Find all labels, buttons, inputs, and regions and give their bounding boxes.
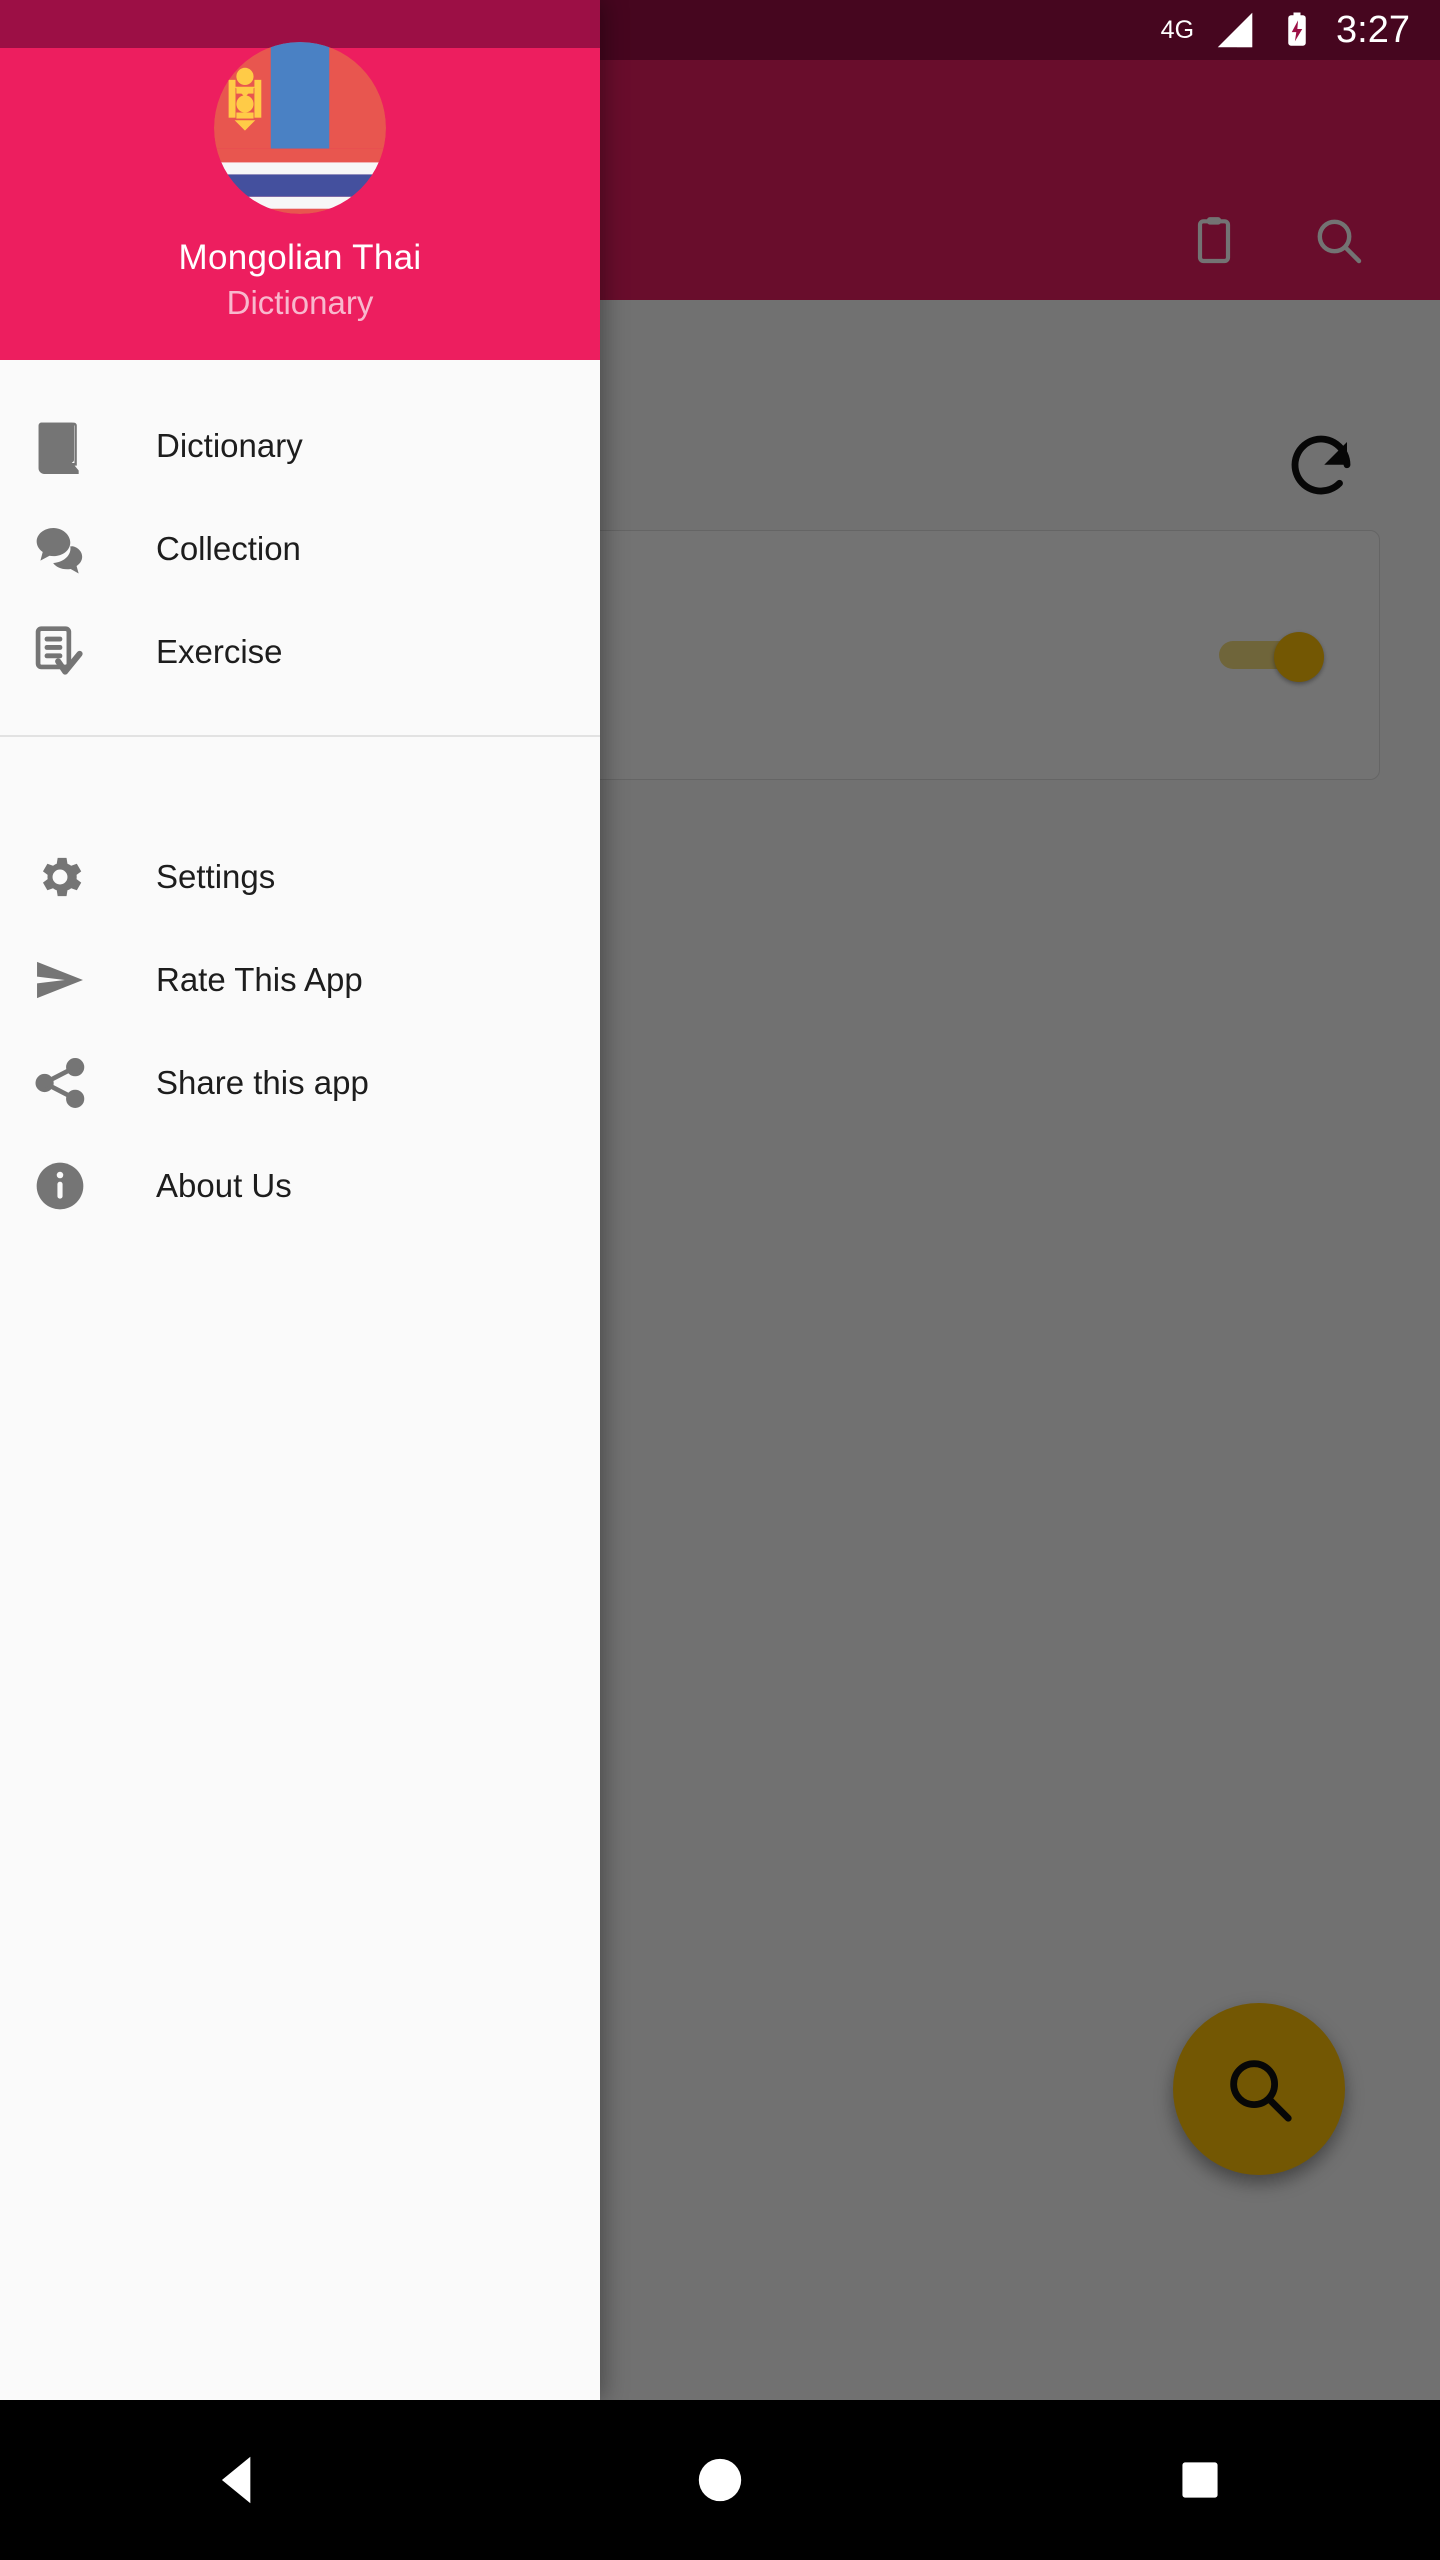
phone-screen: 4G 3:27 Mongolian Thai Dictionary Dictio… xyxy=(0,0,1440,2560)
sidebar-item-label: Collection xyxy=(156,529,301,567)
drawer-title: Mongolian Thai xyxy=(178,238,422,277)
recents-square-icon[interactable] xyxy=(1140,2420,1260,2540)
sidebar-item-dictionary[interactable]: Dictionary xyxy=(0,394,600,497)
sidebar-item-label: Settings xyxy=(156,857,276,895)
drawer-header: Mongolian Thai Dictionary xyxy=(0,42,600,360)
gear-icon xyxy=(30,847,90,907)
navigation-drawer: Mongolian Thai Dictionary Dictionary Col… xyxy=(0,0,600,2400)
chat-bubbles-icon xyxy=(30,519,90,579)
signal-bars-icon xyxy=(1212,7,1258,53)
home-circle-icon[interactable] xyxy=(660,2420,780,2540)
drawer-menu-secondary: Settings Rate This App Share this app Ab… xyxy=(0,737,600,1237)
sidebar-item-label: Share this app xyxy=(156,1063,369,1101)
battery-charging-icon xyxy=(1276,9,1318,51)
drawer-subtitle: Dictionary xyxy=(226,284,374,321)
sidebar-item-label: Dictionary xyxy=(156,426,303,464)
sidebar-item-settings[interactable]: Settings xyxy=(0,825,600,928)
android-navigation-bar xyxy=(0,2400,1440,2560)
sidebar-item-exercise[interactable]: Exercise xyxy=(0,600,600,703)
clock-time: 3:27 xyxy=(1336,8,1410,51)
back-triangle-icon[interactable] xyxy=(180,2420,300,2540)
send-arrow-icon xyxy=(30,950,90,1010)
sidebar-item-share-this-app[interactable]: Share this app xyxy=(0,1031,600,1134)
drawer-status-bar-background xyxy=(0,0,600,48)
sidebar-item-label: Exercise xyxy=(156,632,283,670)
sidebar-item-rate-this-app[interactable]: Rate This App xyxy=(0,928,600,1031)
sidebar-item-label: Rate This App xyxy=(156,960,363,998)
drawer-menu-primary: Dictionary Collection Exercise xyxy=(0,360,600,703)
sidebar-item-label: About Us xyxy=(156,1166,292,1204)
sidebar-item-collection[interactable]: Collection xyxy=(0,497,600,600)
book-icon xyxy=(30,416,90,476)
mongolian-thai-flag-avatar xyxy=(214,42,386,214)
share-icon xyxy=(30,1053,90,1113)
info-circle-icon xyxy=(30,1156,90,1216)
network-type-label: 4G xyxy=(1160,15,1195,44)
status-bar: 4G 3:27 xyxy=(840,0,1440,60)
task-check-icon xyxy=(30,622,90,682)
sidebar-item-about-us[interactable]: About Us xyxy=(0,1134,600,1237)
